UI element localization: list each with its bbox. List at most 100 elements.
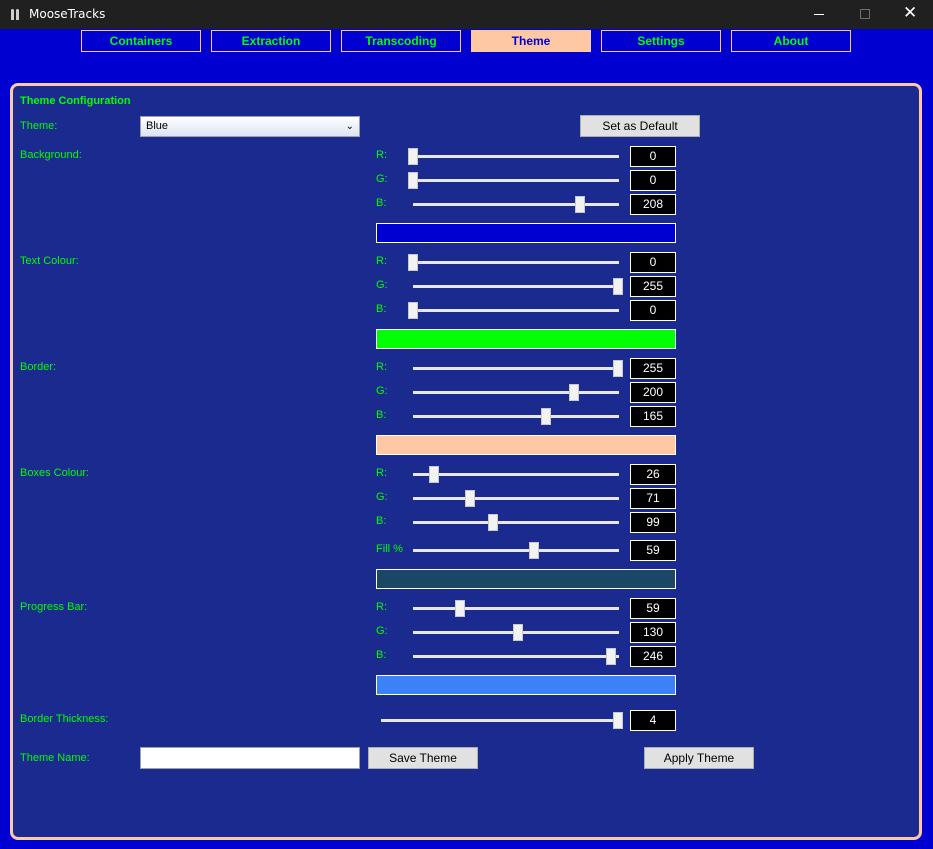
theme-name-label: Theme Name: [20, 752, 90, 764]
slider-track[interactable] [413, 203, 619, 206]
channel-label: Fill % [376, 543, 403, 555]
theme-panel [10, 83, 922, 840]
color-swatch [376, 329, 676, 349]
slider-track[interactable] [413, 261, 619, 264]
channel-label: G: [376, 279, 388, 291]
slider-thumb[interactable] [512, 624, 523, 641]
slider-thumb[interactable] [528, 542, 539, 559]
slider-thumb[interactable] [428, 466, 439, 483]
slider-track[interactable] [413, 155, 619, 158]
channel-label: G: [376, 385, 388, 397]
slider-thumb[interactable] [575, 196, 586, 213]
slider-thumb[interactable] [613, 360, 623, 377]
window-title: MooseTracks [29, 7, 106, 21]
slider-track[interactable] [413, 521, 619, 524]
theme-name-input[interactable] [140, 747, 360, 769]
group-label-progress-bar: Progress Bar: [20, 601, 88, 613]
channel-label: B: [376, 515, 387, 527]
slider-track[interactable] [413, 179, 619, 182]
slider-track[interactable] [413, 391, 619, 394]
channel-value-box[interactable]: 246 [630, 646, 676, 667]
tab-settings[interactable]: Settings [601, 30, 721, 52]
channel-label: R: [376, 255, 387, 267]
border-thickness-thumb[interactable] [613, 712, 623, 729]
save-theme-button[interactable]: Save Theme [368, 747, 478, 769]
slider-thumb[interactable] [455, 600, 466, 617]
set-default-button[interactable]: Set as Default [580, 115, 700, 137]
slider-track[interactable] [413, 367, 619, 370]
slider-track[interactable] [413, 607, 619, 610]
channel-label: B: [376, 409, 387, 421]
chevron-down-icon: ⌄ [345, 121, 354, 132]
channel-value-box[interactable]: 255 [630, 276, 676, 297]
group-label-text-colour: Text Colour: [20, 255, 79, 267]
channel-value-box[interactable]: 255 [630, 358, 676, 379]
channel-value-box[interactable]: 208 [630, 194, 676, 215]
maximize-button[interactable] [842, 0, 888, 29]
color-swatch [376, 675, 676, 695]
channel-value-box[interactable]: 200 [630, 382, 676, 403]
channel-value-box[interactable]: 26 [630, 464, 676, 485]
group-label-boxes-colour: Boxes Colour: [20, 467, 90, 479]
slider-thumb[interactable] [408, 302, 418, 319]
channel-label: B: [376, 197, 387, 209]
slider-track[interactable] [413, 473, 619, 476]
title-bar: MooseTracks ✕ [0, 0, 933, 29]
channel-label: G: [376, 491, 388, 503]
border-thickness-track[interactable] [381, 719, 619, 722]
app-icon [11, 9, 19, 20]
tab-containers[interactable]: Containers [81, 30, 201, 52]
slider-thumb[interactable] [568, 384, 579, 401]
slider-track[interactable] [413, 655, 619, 658]
tab-about[interactable]: About [731, 30, 851, 52]
color-swatch [376, 223, 676, 243]
tab-theme[interactable]: Theme [471, 30, 591, 52]
channel-value-box[interactable]: 71 [630, 488, 676, 509]
channel-value-box[interactable]: 59 [630, 540, 676, 561]
channel-label: R: [376, 149, 387, 161]
color-swatch [376, 435, 676, 455]
close-button[interactable]: ✕ [887, 0, 933, 29]
border-thickness-value[interactable]: 4 [630, 710, 676, 731]
apply-theme-button[interactable]: Apply Theme [644, 747, 754, 769]
slider-track[interactable] [413, 415, 619, 418]
section-title: Theme Configuration [20, 95, 131, 107]
channel-label: R: [376, 601, 387, 613]
slider-thumb[interactable] [613, 278, 623, 295]
border-thickness-label: Border Thickness: [20, 713, 109, 725]
slider-thumb[interactable] [408, 148, 418, 165]
channel-label: B: [376, 303, 387, 315]
tab-transcoding[interactable]: Transcoding [341, 30, 461, 52]
slider-thumb[interactable] [605, 648, 616, 665]
slider-thumb[interactable] [408, 254, 418, 271]
slider-track[interactable] [413, 309, 619, 312]
slider-thumb[interactable] [540, 408, 551, 425]
slider-thumb[interactable] [487, 514, 498, 531]
theme-select-value: Blue [146, 120, 169, 132]
slider-track[interactable] [413, 497, 619, 500]
theme-label: Theme: [20, 120, 58, 132]
slider-thumb[interactable] [465, 490, 476, 507]
close-icon: ✕ [903, 3, 918, 23]
channel-value-box[interactable]: 59 [630, 598, 676, 619]
channel-label: R: [376, 467, 387, 479]
group-label-background: Background: [20, 149, 82, 161]
channel-value-box[interactable]: 0 [630, 300, 676, 321]
channel-value-box[interactable]: 165 [630, 406, 676, 427]
channel-value-box[interactable]: 0 [630, 170, 676, 191]
channel-value-box[interactable]: 0 [630, 252, 676, 273]
channel-label: B: [376, 649, 387, 661]
maximize-icon [860, 9, 870, 19]
channel-value-box[interactable]: 0 [630, 146, 676, 167]
slider-track[interactable] [413, 549, 619, 552]
channel-value-box[interactable]: 130 [630, 622, 676, 643]
minimize-button[interactable] [796, 0, 842, 29]
color-swatch [376, 569, 676, 589]
slider-thumb[interactable] [408, 172, 418, 189]
slider-track[interactable] [413, 285, 619, 288]
tab-extraction[interactable]: Extraction [211, 30, 331, 52]
channel-label: G: [376, 173, 388, 185]
channel-value-box[interactable]: 99 [630, 512, 676, 533]
theme-select[interactable]: Blue ⌄ [140, 116, 360, 137]
channel-label: G: [376, 625, 388, 637]
